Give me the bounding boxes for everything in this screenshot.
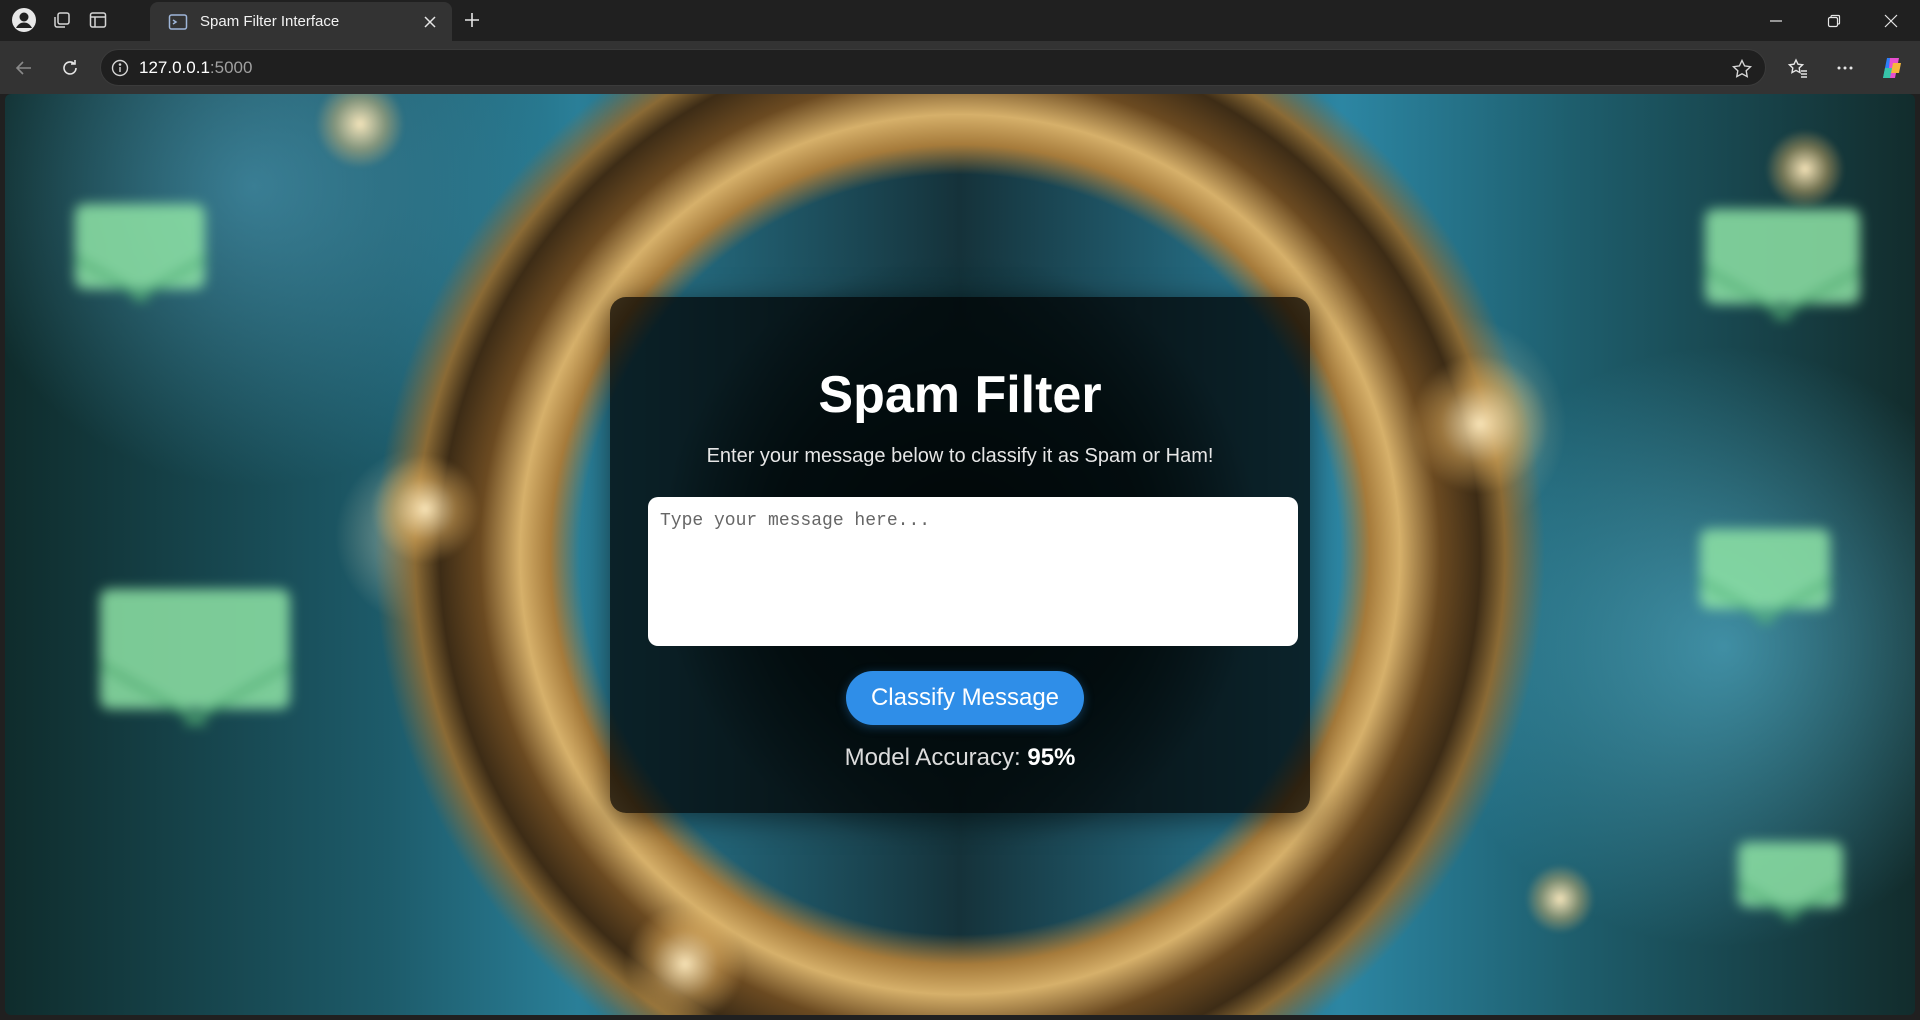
tab-strip: Spam Filter Interface <box>0 0 1920 41</box>
url-host: 127.0.0.1 <box>139 57 210 77</box>
more-options-icon[interactable] <box>1829 52 1861 84</box>
message-input[interactable] <box>648 497 1298 646</box>
page-favicon-icon <box>168 13 188 30</box>
url-port: :5000 <box>209 57 253 77</box>
page-background: Spam Filter Enter your message below to … <box>5 94 1915 1015</box>
minimize-icon[interactable] <box>1747 0 1805 41</box>
accuracy-value: 95% <box>1027 744 1076 771</box>
active-tab[interactable]: Spam Filter Interface <box>150 2 452 41</box>
light-glow <box>625 904 745 1015</box>
light-glow <box>1410 354 1550 494</box>
spam-filter-card: Spam Filter Enter your message below to … <box>610 297 1310 813</box>
light-glow <box>370 454 480 564</box>
vertical-tabs-icon[interactable] <box>80 5 116 35</box>
restore-icon[interactable] <box>1805 0 1863 41</box>
profile-icon[interactable] <box>6 5 42 35</box>
favorite-star-icon[interactable] <box>1729 56 1755 82</box>
accuracy-label: Model Accuracy: <box>844 744 1021 771</box>
envelope-decoration <box>100 589 290 709</box>
browser-toolbar: 127.0.0.1:5000 <box>0 41 1920 94</box>
close-window-icon[interactable] <box>1862 0 1920 41</box>
site-info-icon[interactable] <box>101 49 139 86</box>
classify-message-button[interactable]: Classify Message <box>846 671 1084 725</box>
new-tab-icon[interactable] <box>456 5 488 35</box>
copilot-icon[interactable] <box>1876 52 1908 84</box>
back-icon[interactable] <box>8 52 40 84</box>
light-glow <box>315 94 405 169</box>
favorites-icon[interactable] <box>1782 52 1814 84</box>
close-tab-icon[interactable] <box>418 10 442 34</box>
light-glow <box>1525 864 1595 934</box>
page-title: Spam Filter <box>818 366 1102 424</box>
envelope-decoration <box>1700 529 1830 609</box>
envelope-decoration <box>1705 209 1860 304</box>
page-subtitle: Enter your message below to classify it … <box>706 445 1214 467</box>
refresh-icon[interactable] <box>54 52 86 84</box>
address-bar[interactable]: 127.0.0.1:5000 <box>100 49 1766 86</box>
light-glow <box>1765 129 1845 209</box>
tab-title: Spam Filter Interface <box>200 13 340 30</box>
workspaces-icon[interactable] <box>44 5 80 35</box>
model-accuracy: Model Accuracy: 95% <box>610 744 1310 772</box>
envelope-decoration <box>1738 842 1843 907</box>
envelope-decoration <box>75 204 205 289</box>
